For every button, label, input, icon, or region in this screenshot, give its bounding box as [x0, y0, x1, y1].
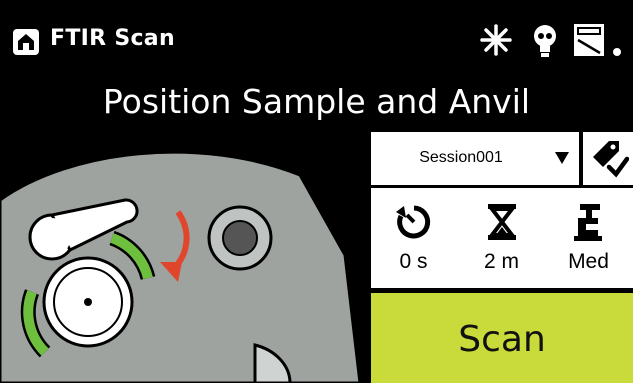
light-icon [480, 24, 512, 56]
delay-setting[interactable]: 0 s [371, 188, 456, 288]
home-icon [18, 34, 34, 50]
instrument-illustration [0, 150, 362, 383]
tag-check-icon [593, 141, 629, 179]
status-bar: FTIR Scan [0, 0, 633, 80]
pressure-value: Med [568, 250, 609, 273]
app-title: FTIR Scan [50, 26, 175, 51]
duration-value: 2 m [483, 250, 519, 273]
bulb-icon [534, 25, 556, 57]
scan-button[interactable]: Scan [371, 293, 633, 383]
duration-setting[interactable]: 2 m [459, 188, 544, 288]
battery-icon [574, 24, 621, 56]
pressure-knob [207, 205, 273, 271]
screen: FTIR Scan Position Sample and Anvil Sess… [0, 0, 633, 383]
pressure-setting[interactable]: Med [546, 188, 631, 288]
tag-button[interactable] [583, 132, 633, 185]
page-title: Position Sample and Anvil [102, 82, 531, 121]
timer-icon [395, 205, 430, 239]
home-button[interactable] [13, 29, 39, 55]
anvil-icon [573, 204, 602, 241]
scan-label: Scan [458, 319, 546, 360]
delay-value: 0 s [399, 250, 428, 273]
session-dropdown[interactable]: Session001 [371, 132, 579, 185]
chevron-down-icon [555, 152, 569, 164]
hourglass-icon [487, 204, 516, 240]
scan-settings: 0 s 2 m Med [371, 188, 633, 288]
session-value: Session001 [419, 149, 503, 166]
